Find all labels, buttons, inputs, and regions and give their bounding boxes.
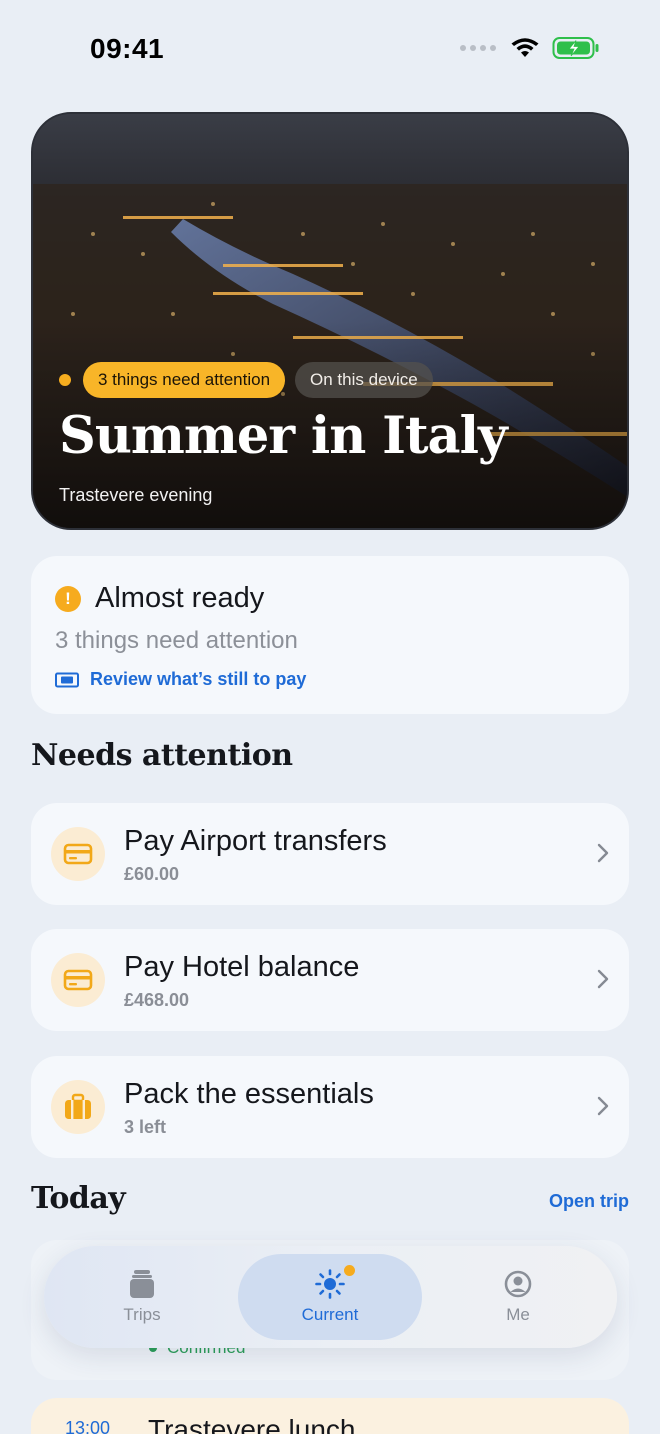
tab-label: Current (301, 1305, 359, 1324)
trip-hero-card[interactable]: 3 things need attention On this device S… (31, 112, 629, 530)
readiness-subtitle: 3 things need attention (55, 627, 298, 654)
needs-attention-heading: Needs attention (31, 738, 293, 773)
task-row[interactable]: Pay Hotel balance £468.00 (31, 929, 629, 1031)
readiness-card: ! Almost ready 3 things need attention R… (31, 556, 629, 714)
banknote-icon (55, 672, 79, 687)
task-amount: £60.00 (124, 864, 180, 884)
status-time: 09:41 (90, 33, 165, 64)
task-amount: £468.00 (124, 990, 190, 1010)
tab-me[interactable]: Me (426, 1254, 610, 1340)
task-count: 3 left (124, 1117, 167, 1137)
battery-icon (552, 37, 599, 59)
open-trip-link[interactable]: Open trip (549, 1191, 629, 1212)
wifi-icon (511, 38, 539, 57)
tab-bar: Trips Current Me (44, 1246, 617, 1348)
hero-pills: 3 things need attention On this device (59, 362, 433, 398)
item-title: Trastevere lunch (148, 1414, 356, 1434)
tab-label: Trips (123, 1305, 161, 1324)
notification-dot-icon (344, 1265, 355, 1276)
readiness-header: ! Almost ready (55, 582, 264, 615)
review-payments-link[interactable]: Review what’s still to pay (55, 669, 306, 690)
tab-label: Me (506, 1305, 530, 1324)
tab-trips[interactable]: Trips (50, 1254, 234, 1340)
device-pill: On this device (295, 362, 433, 398)
status-bar: 09:41 (0, 0, 660, 96)
chevron-right-icon (597, 1096, 609, 1116)
task-title: Pay Airport transfers (124, 825, 387, 857)
tab-current[interactable]: Current (238, 1254, 422, 1340)
trips-icon (129, 1269, 155, 1299)
task-title: Pay Hotel balance (124, 951, 360, 983)
card-icon (51, 827, 105, 881)
task-title: Pack the essentials (124, 1078, 374, 1110)
chevron-right-icon (597, 969, 609, 989)
suitcase-icon (51, 1080, 105, 1134)
status-icons (460, 36, 600, 60)
task-row[interactable]: Pack the essentials 3 left (31, 1056, 629, 1158)
chevron-right-icon (597, 843, 609, 863)
attention-dot-icon (59, 374, 71, 386)
trip-subtitle: Trastevere evening (59, 485, 213, 505)
today-item-card[interactable]: 13:00 Trastevere lunch (31, 1398, 629, 1434)
today-heading: Today (31, 1181, 126, 1216)
trip-title: Summer in Italy (59, 406, 508, 466)
card-icon (51, 953, 105, 1007)
cellular-signal-icon (460, 45, 496, 51)
sun-icon (315, 1265, 355, 1299)
review-payments-label: Review what’s still to pay (90, 669, 307, 689)
profile-icon (504, 1269, 532, 1299)
task-row[interactable]: Pay Airport transfers £60.00 (31, 803, 629, 905)
item-time: 13:00 (65, 1418, 111, 1434)
warning-icon: ! (55, 585, 81, 612)
readiness-title: Almost ready (95, 582, 265, 614)
attention-pill: 3 things need attention (83, 362, 286, 398)
